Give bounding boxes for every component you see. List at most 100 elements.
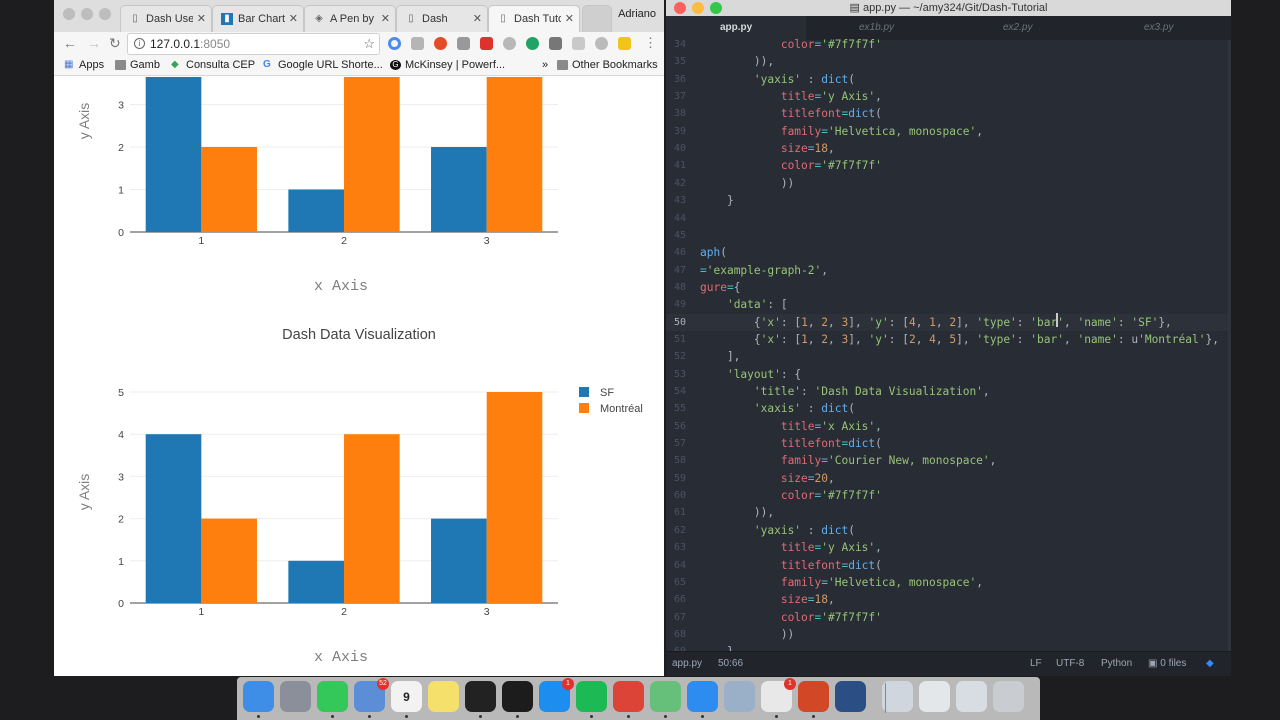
address-bar[interactable]: i 127.0.0.1:8050 ☆ [127,33,380,55]
close-tab-icon[interactable]: ✕ [381,12,390,25]
code-line[interactable]: 63 title='y Axis', [666,539,1231,556]
bottom-bar-sf-1[interactable] [145,434,202,603]
launchpad-icon[interactable] [280,681,311,712]
tab-bar-charts[interactable]: ▮ Bar Charts ✕ [212,5,304,32]
bookmark-consulta-cep[interactable]: ◆ Consulta CEP [171,59,255,71]
code-line[interactable]: 40 size=18, [666,140,1231,157]
code-line[interactable]: 52 ], [666,348,1231,365]
bookmark-star-icon[interactable]: ☆ [363,34,375,54]
bookmark-gamb[interactable]: Gamb [115,59,160,71]
code-line[interactable]: 64 titlefont=dict( [666,557,1231,574]
code-line[interactable]: 43 } [666,192,1231,209]
back-arrow-icon[interactable]: ← [63,35,77,51]
menu-kebab-icon[interactable]: ⋮ [644,35,657,51]
code-line[interactable]: 60 color='#7f7f7f' [666,487,1231,504]
tab-dash-tutorial[interactable]: ▯ Dash Tuto ✕ [488,5,580,32]
extension-cloud-icon[interactable] [411,37,424,50]
calendar-icon[interactable]: 9 [391,681,422,712]
code-line[interactable]: 39 family='Helvetica, monospace', [666,123,1231,140]
code-line[interactable]: 47 ='example-graph-2', [666,262,1231,279]
extension-ghost-icon[interactable] [503,37,516,50]
code-line[interactable]: 62 'yaxis' : dict( [666,522,1231,539]
code-line[interactable]: 58 family='Courier New, monospace', [666,452,1231,469]
code-line[interactable]: 49 'data': [ [666,296,1231,313]
reload-icon[interactable]: ↻ [109,35,121,52]
notes-icon[interactable] [428,681,459,712]
extension-color-icon[interactable] [388,37,401,50]
finder-icon[interactable] [243,681,274,712]
docs-stack-icon[interactable] [882,681,913,712]
top-bar-montreal-3[interactable] [486,77,543,232]
activity-monitor-icon[interactable] [502,681,533,712]
bottom-bar-montreal-1[interactable] [201,518,257,603]
bottom-bar-sf-3[interactable] [431,518,487,603]
messenger-icon[interactable] [687,681,718,712]
spotify-icon[interactable] [576,681,607,712]
close-window-button[interactable] [63,8,75,20]
bookmark-mckinsey[interactable]: G McKinsey | Powerf... [390,59,505,71]
zoom-window-button[interactable] [99,8,111,20]
code-line[interactable]: 67 color='#7f7f7f' [666,609,1231,626]
editor-minimize-button[interactable] [692,2,704,14]
app-store-icon[interactable]: 1 [539,678,574,712]
extension-bolt-icon[interactable] [618,37,631,50]
bottom-bar-sf-2[interactable] [288,560,344,603]
code-line[interactable]: 61 )), [666,504,1231,521]
code-line[interactable]: 41 color='#7f7f7f' [666,157,1231,174]
legend-swatch-sf[interactable] [579,387,589,397]
extension-box-icon[interactable] [572,37,585,50]
extension-adblock-icon[interactable] [434,37,447,50]
atom-icon[interactable] [650,681,681,712]
status-cursor-position[interactable]: 50:66 [718,652,743,676]
editor-zoom-button[interactable] [710,2,722,14]
code-line[interactable]: 42 )) [666,175,1231,192]
info-icon[interactable]: i [134,38,145,49]
close-tab-icon[interactable]: ✕ [473,12,482,25]
profile-name[interactable]: Adriano [618,8,656,20]
code-line[interactable]: 68 )) [666,626,1231,643]
code-line[interactable]: 56 title='x Axis', [666,418,1231,435]
code-line[interactable]: 44 [666,210,1231,227]
legend-label-montreal[interactable]: Montréal [600,403,643,415]
tab-dash-user[interactable]: ▯ Dash User ✕ [120,5,212,32]
minimize-window-button[interactable] [81,8,93,20]
status-git[interactable]: ▣ 0 files [1148,652,1186,676]
github-icon[interactable]: ◆ [1206,652,1214,676]
status-file[interactable]: app.py [672,652,702,676]
legend-label-sf[interactable]: SF [600,387,614,399]
skype-icon[interactable]: 1 [761,678,796,712]
code-line[interactable]: 36 'yaxis' : dict( [666,71,1231,88]
downloads-stack-icon[interactable] [956,681,987,712]
code-line[interactable]: 51 {'x': [1, 2, 3], 'y': [2, 4, 5], 'typ… [666,331,1231,348]
top-bar-sf-2[interactable] [288,189,344,233]
status-encoding[interactable]: UTF-8 [1056,652,1084,676]
new-tab-button[interactable] [582,5,612,32]
top-bar-sf-1[interactable] [145,77,202,232]
top-bar-montreal-2[interactable] [344,77,400,232]
code-line[interactable]: 54 'title': 'Dash Data Visualization', [666,383,1231,400]
editor-scrollbar[interactable] [1228,40,1231,652]
terminal-icon[interactable] [465,681,496,712]
tab-a-pen[interactable]: ◈ A Pen by ✕ [304,5,396,32]
editor-close-button[interactable] [674,2,686,14]
bookmark-other[interactable]: Other Bookmarks [557,59,658,71]
chrome-icon[interactable] [613,681,644,712]
status-grammar[interactable]: Python [1101,652,1132,676]
bookmark-apps[interactable]: ▦ Apps [64,59,104,71]
quicktime-icon[interactable] [835,681,866,712]
code-line[interactable]: 45 [666,227,1231,244]
top-bar-sf-3[interactable] [431,147,487,232]
code-line[interactable]: 50 {'x': [1, 2, 3], 'y': [4, 1, 2], 'typ… [666,313,1231,331]
trash-icon[interactable] [993,681,1024,712]
legend-swatch-montreal[interactable] [579,403,589,413]
bottom-bar-montreal-3[interactable] [486,392,543,603]
code-line[interactable]: 53 'layout': { [666,366,1231,383]
close-tab-icon[interactable]: ✕ [289,12,298,25]
code-line[interactable]: 34 color='#7f7f7f' [666,36,1231,53]
code-line[interactable]: 46 aph( [666,244,1231,261]
code-line[interactable]: 38 titlefont=dict( [666,105,1231,122]
code-line[interactable]: 37 title='y Axis', [666,88,1231,105]
code-line[interactable]: 55 'xaxis' : dict( [666,400,1231,417]
code-line[interactable]: 48 gure={ [666,279,1231,296]
extension-chat-icon[interactable] [595,37,608,50]
